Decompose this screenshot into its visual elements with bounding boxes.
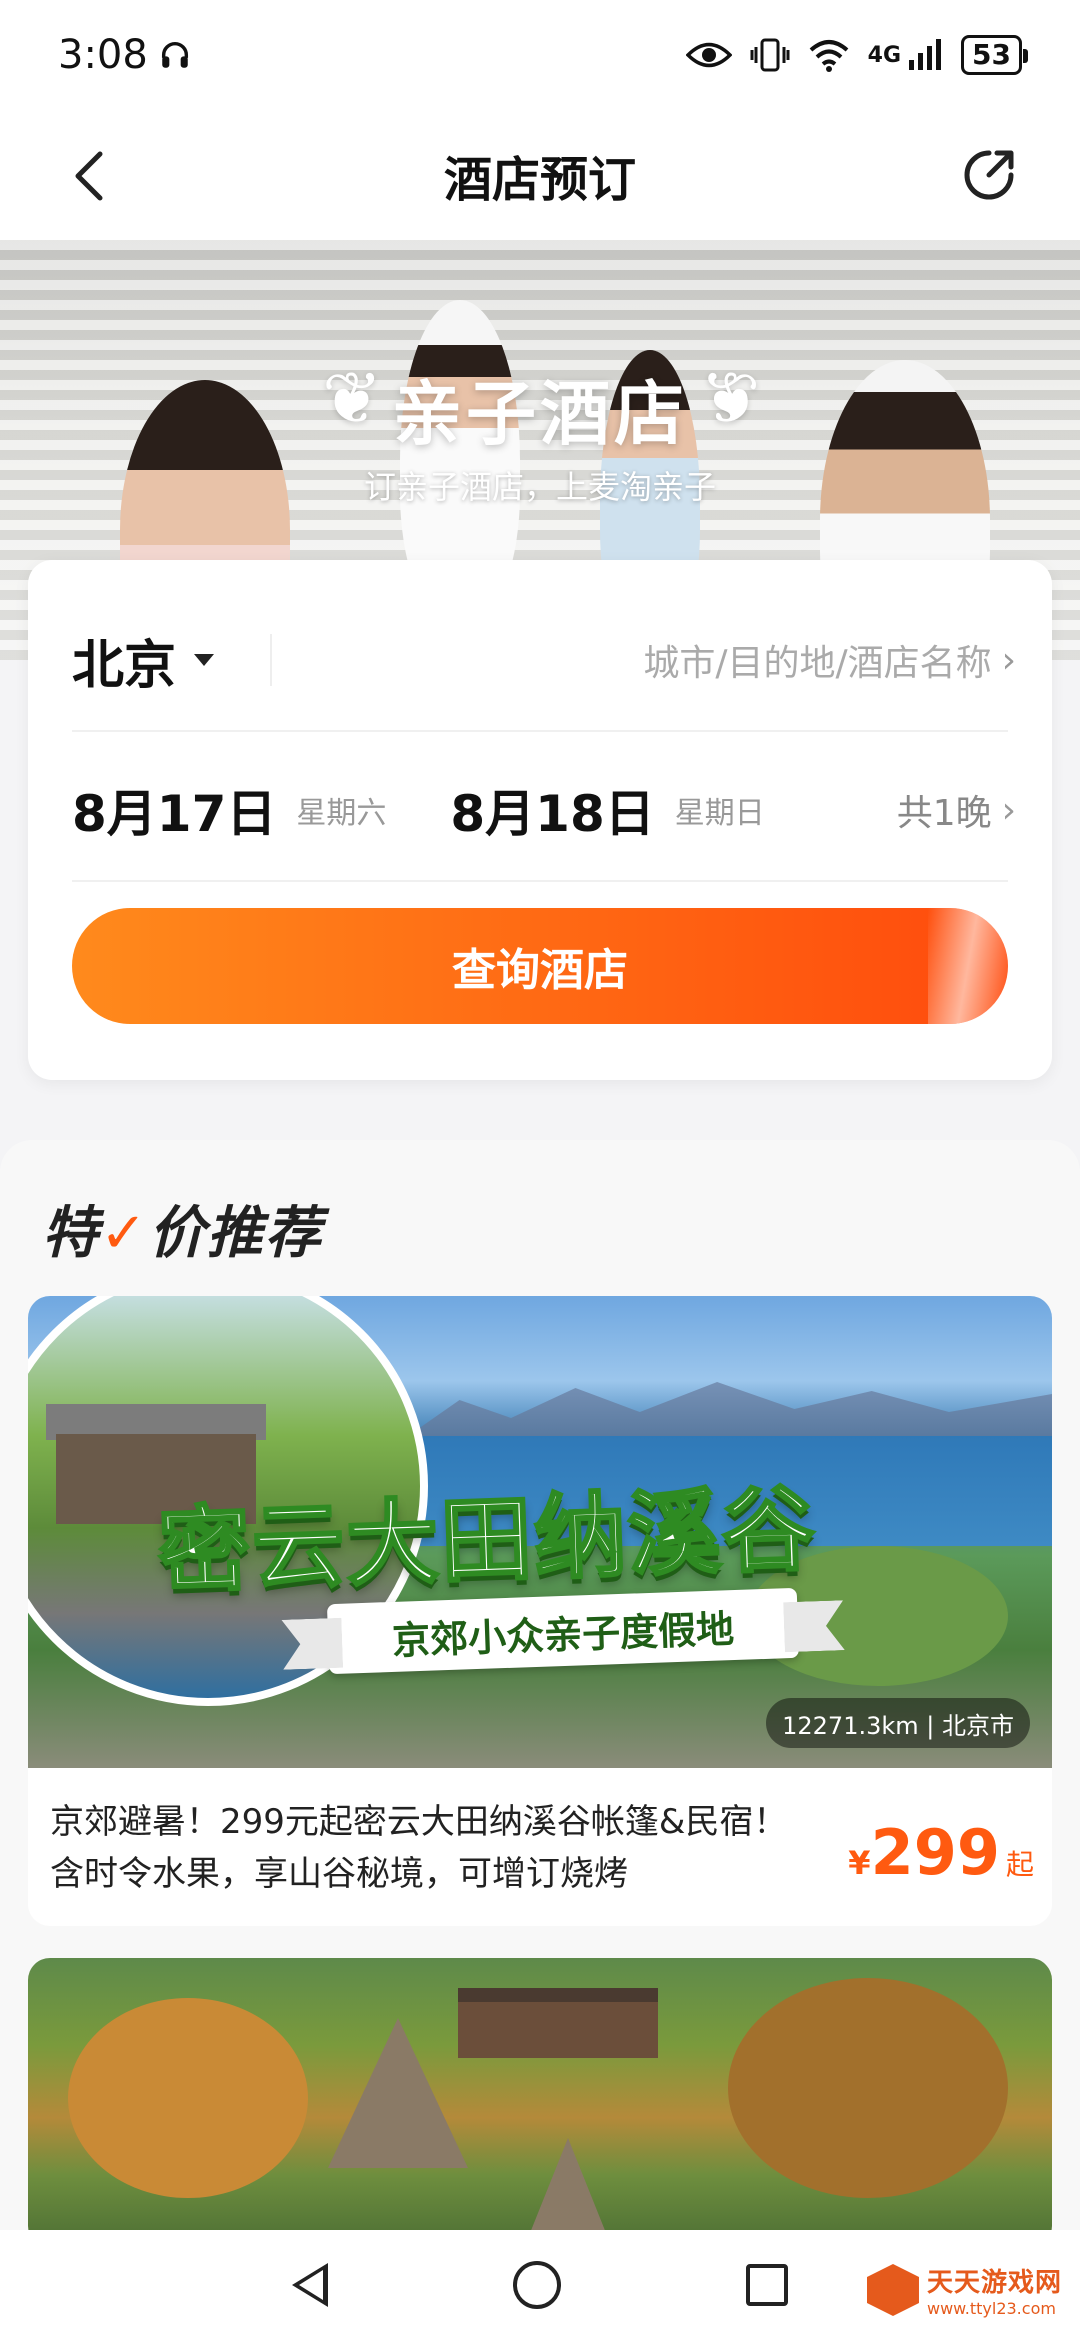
banner-title: 亲子酒店 [392, 373, 688, 455]
vibrate-icon [750, 38, 790, 72]
divider [270, 634, 273, 686]
chevron-right-icon: › [1001, 639, 1016, 681]
card-image-ribbon: 京郊小众亲子度假地 [326, 1587, 800, 1675]
city-row: 北京 城市/目的地/酒店名称 › [72, 600, 1016, 720]
page-title: 酒店预订 [443, 152, 636, 208]
section-title-left: 特 [42, 1201, 100, 1266]
offer-card-image: 密云大田纳溪谷 京郊小众亲子度假地 12271.3km | 北京市 [28, 1296, 1052, 1768]
status-time: 3:08 [58, 32, 148, 78]
watermark-text: 天天游戏网 www.ttyl23.com [927, 2262, 1062, 2318]
section-title: 特✓价推荐 [42, 1188, 323, 1269]
checkin-date[interactable]: 8月17日 [72, 774, 276, 846]
offer-description: 京郊避暑！299元起密云大田纳溪谷帐篷&民宿！含时令水果，享山谷秘境，可增订烧烤 [50, 1802, 788, 1894]
hotel-search-card: 北京 城市/目的地/酒店名称 › 8月17日 星期六 8月18日 星期日 共1晚… [28, 560, 1052, 1080]
special-offer-section: 特✓价推荐 密云大田纳溪谷 京郊小众亲子度假地 12271.3km | 北京市 … [0, 1140, 1080, 2248]
section-title-right: 价推荐 [148, 1201, 323, 1266]
watermark-name: 天天游戏网 [926, 2268, 1062, 2298]
tent-roof-shape [328, 2018, 468, 2168]
watermark: 天天游戏网 www.ttyl23.com [866, 2262, 1062, 2318]
city-label: 北京 [72, 635, 177, 696]
divider [72, 880, 1008, 882]
offer-card[interactable]: 密云大田纳溪谷 京郊小众亲子度假地 12271.3km | 北京市 京郊避暑！2… [28, 1296, 1052, 1926]
wifi-icon [809, 40, 848, 72]
status-bar: 3:08 4G 53 [0, 0, 1080, 110]
price-value: 299 [870, 1816, 1000, 1889]
mountain-shape [408, 1382, 1052, 1436]
nav-recent-icon[interactable] [745, 2264, 788, 2306]
share-button[interactable] [958, 144, 1020, 206]
watermark-url: www.ttyl23.com [926, 2299, 1056, 2318]
offer-price: ¥ 299 起 [848, 1816, 1034, 1889]
headphone-icon [161, 42, 188, 68]
divider [72, 730, 1008, 732]
nights-label: 共1晚 [896, 793, 992, 834]
price-currency: ¥ [848, 1844, 871, 1882]
city-selector[interactable]: 北京 [72, 623, 215, 698]
search-hotel-button[interactable]: 查询酒店 [72, 908, 1008, 1024]
network-label: 4G [867, 42, 902, 68]
status-left: 3:08 [58, 32, 192, 78]
offer-card-image [28, 1958, 1052, 2248]
battery-indicator: 53 [961, 35, 1028, 75]
signal-icon [909, 39, 942, 70]
tree-shape [68, 1998, 308, 2198]
back-arrow-icon [75, 151, 103, 201]
checkout-weekday: 星期日 [674, 796, 765, 831]
offer-card[interactable] [28, 1958, 1052, 2248]
destination-placeholder: 城市/目的地/酒店名称 [643, 643, 992, 684]
eye-icon [685, 42, 732, 68]
chevron-right-icon: › [1001, 789, 1016, 831]
page-header: 酒店预订 [0, 110, 1080, 240]
destination-input[interactable]: 城市/目的地/酒店名称 › [643, 634, 1016, 686]
nav-home-icon[interactable] [512, 2261, 561, 2309]
price-suffix: 起 [1005, 1848, 1034, 1881]
date-row[interactable]: 8月17日 星期六 8月18日 星期日 共1晚 › [72, 750, 1016, 870]
distance-badge: 12271.3km | 北京市 [766, 1698, 1030, 1748]
check-mark-icon: ✓ [100, 1201, 149, 1266]
caret-down-icon [194, 654, 215, 666]
cabin-shape [458, 1988, 658, 2058]
share-icon [964, 150, 1014, 200]
tree-shape [728, 1978, 1008, 2198]
nav-back-icon[interactable] [292, 2263, 329, 2307]
back-button[interactable] [60, 146, 120, 206]
checkout-date[interactable]: 8月18日 [450, 774, 654, 846]
card-image-title: 密云大田纳溪谷 [155, 1474, 819, 1607]
nights-count[interactable]: 共1晚 › [897, 784, 1016, 836]
watermark-logo-icon [866, 2264, 919, 2316]
banner-subtitle: 订亲子酒店，上麦淘亲子 [363, 468, 716, 506]
checkin-weekday: 星期六 [296, 796, 387, 831]
status-right: 4G 53 [685, 35, 1028, 75]
tent-roof-shape [528, 2138, 608, 2238]
